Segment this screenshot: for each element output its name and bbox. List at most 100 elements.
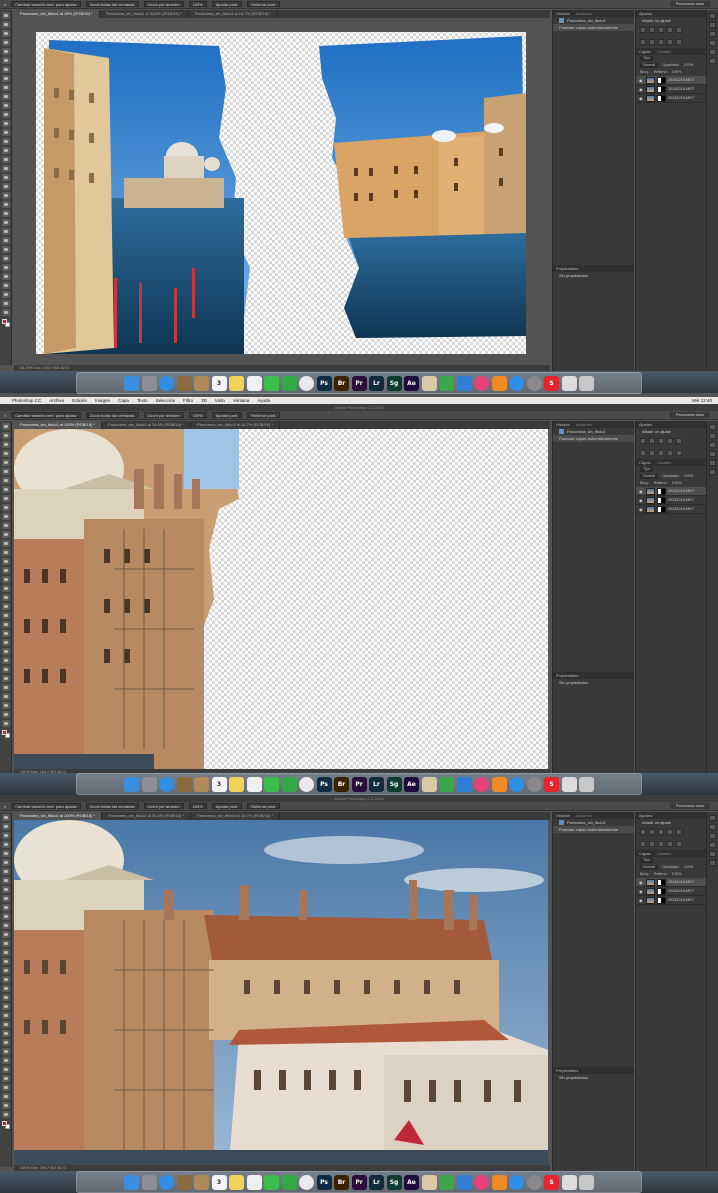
trash-icon[interactable]: [579, 776, 594, 792]
tool-icon[interactable]: [2, 994, 10, 1001]
tool-icon[interactable]: [2, 1012, 10, 1019]
photoshop-icon[interactable]: Ps: [316, 1174, 332, 1190]
tool-icon[interactable]: [2, 273, 10, 280]
menu-window[interactable]: Ventana: [233, 398, 250, 403]
doc-tab[interactable]: Panorama_sin_titulo3 al 16,7% (RGB/16) *: [191, 421, 281, 429]
documents-icon[interactable]: [561, 375, 577, 391]
menu-3d[interactable]: 3D: [201, 398, 207, 403]
tool-icon[interactable]: [2, 495, 10, 502]
tool-icon[interactable]: [2, 174, 10, 181]
eye-icon[interactable]: ◉: [639, 489, 644, 494]
resize-windows-checkbox[interactable]: Cambiar tamaño vent. para ajustar: [11, 803, 81, 809]
notes-icon[interactable]: [229, 1174, 244, 1190]
bridge-icon[interactable]: Br: [334, 375, 349, 391]
tool-icon[interactable]: [2, 156, 10, 163]
bridge-icon[interactable]: Br: [334, 1174, 349, 1190]
tool-icon[interactable]: [2, 300, 10, 307]
canvas-area[interactable]: [14, 820, 548, 1165]
tool-icon[interactable]: [2, 931, 10, 938]
launchpad-icon[interactable]: [141, 1174, 157, 1190]
tool-icon[interactable]: [2, 720, 10, 727]
tool-icon[interactable]: [2, 165, 10, 172]
tool-icon[interactable]: [2, 576, 10, 583]
tool-icon[interactable]: [2, 657, 10, 664]
fit-screen-button[interactable]: Ajustar pant.: [211, 412, 243, 418]
history-state[interactable]: Fusionar capas automáticamente: [553, 826, 634, 833]
tool-icon[interactable]: [2, 913, 10, 920]
tool-icon[interactable]: [2, 183, 10, 190]
tool-icon[interactable]: [2, 192, 10, 199]
tool-icon[interactable]: [2, 976, 10, 983]
tool-icon[interactable]: [2, 859, 10, 866]
trash-icon[interactable]: [579, 375, 594, 391]
zoom-all-checkbox[interactable]: Zoom todas las ventanas: [85, 1, 139, 7]
tool-icon[interactable]: [2, 603, 10, 610]
itunes-icon[interactable]: [474, 776, 489, 792]
tool-icon[interactable]: [2, 630, 10, 637]
speedgrade-icon[interactable]: Sg: [386, 776, 402, 792]
reminders-icon[interactable]: [246, 776, 262, 792]
premiere-icon[interactable]: Pr: [351, 375, 367, 391]
tool-icon[interactable]: [2, 684, 10, 691]
collapsed-panel-icon[interactable]: [709, 22, 716, 28]
numbers-icon[interactable]: [439, 1174, 454, 1190]
layer-row[interactable]: ◉ 20151218-MET: [636, 487, 706, 496]
zoom-tool-icon[interactable]: ⌕: [4, 2, 6, 7]
contacts-icon[interactable]: [194, 375, 209, 391]
lock-fill[interactable]: Bloq.: Relleno: 100%: [636, 69, 706, 76]
tool-icon[interactable]: [2, 66, 10, 73]
background-color[interactable]: [5, 1124, 10, 1129]
tool-icon[interactable]: [2, 432, 10, 439]
tool-icon[interactable]: [2, 504, 10, 511]
tool-icon[interactable]: [2, 639, 10, 646]
notes-icon[interactable]: [229, 776, 244, 792]
skitch-icon[interactable]: S: [544, 375, 559, 391]
tool-icon[interactable]: [2, 75, 10, 82]
adjustment-icons[interactable]: [636, 447, 706, 459]
mail-icon[interactable]: [176, 776, 192, 792]
after-effects-icon[interactable]: Ae: [404, 375, 419, 391]
tool-icon[interactable]: [2, 612, 10, 619]
collapsed-panel-icon[interactable]: [709, 860, 716, 866]
finder-icon[interactable]: [124, 776, 139, 792]
zoom-tool-icon[interactable]: ⌕: [4, 804, 6, 809]
menu-app[interactable]: Photoshop CC: [12, 398, 41, 403]
blended-canvas[interactable]: [14, 820, 548, 1165]
zoom-100-button[interactable]: 100%: [188, 803, 207, 809]
skitch-icon[interactable]: S: [544, 776, 559, 792]
tool-icon[interactable]: [2, 30, 10, 37]
system-prefs-icon[interactable]: [526, 1174, 542, 1190]
adjustment-icons[interactable]: [636, 826, 706, 838]
zoom-all-checkbox[interactable]: Zoom todas las ventanas: [85, 412, 139, 418]
color-swatches[interactable]: [2, 730, 10, 738]
tool-icon[interactable]: [2, 1084, 10, 1091]
layer-filter[interactable]: Tipo: [636, 466, 706, 473]
eye-icon[interactable]: ◉: [639, 507, 644, 512]
color-swatches[interactable]: [2, 319, 10, 327]
collapsed-panel-icon[interactable]: [709, 31, 716, 37]
fit-screen-button[interactable]: Ajustar pant.: [211, 803, 243, 809]
premiere-icon[interactable]: Pr: [351, 776, 367, 792]
safari-icon[interactable]: [159, 375, 174, 391]
tool-icon[interactable]: [2, 922, 10, 929]
eye-icon[interactable]: ◉: [639, 889, 644, 894]
panorama-canvas[interactable]: [14, 18, 550, 364]
after-effects-icon[interactable]: Ae: [404, 776, 419, 792]
eye-icon[interactable]: ◉: [639, 87, 644, 92]
photos-icon[interactable]: [299, 776, 314, 792]
tool-icon[interactable]: [2, 120, 10, 127]
doc-tab[interactable]: Panorama_sin_titulo3 al 16,7% (RGB/16) *: [189, 10, 278, 18]
tool-icon[interactable]: [2, 1039, 10, 1046]
tool-icon[interactable]: [2, 459, 10, 466]
tool-icon[interactable]: [2, 93, 10, 100]
collapsed-panel-icon[interactable]: [709, 40, 716, 46]
system-prefs-icon[interactable]: [526, 375, 542, 391]
trash-icon[interactable]: [579, 1174, 594, 1190]
layer-row[interactable]: ◉ 20151218-MET: [636, 76, 706, 85]
layer-row[interactable]: ◉ 20151218-MET: [636, 94, 706, 103]
tool-icon[interactable]: [2, 886, 10, 893]
tool-icon[interactable]: [2, 693, 10, 700]
tool-icon[interactable]: [2, 868, 10, 875]
tool-icon[interactable]: [2, 228, 10, 235]
layer-row[interactable]: ◉ 20151218-MET: [636, 887, 706, 896]
